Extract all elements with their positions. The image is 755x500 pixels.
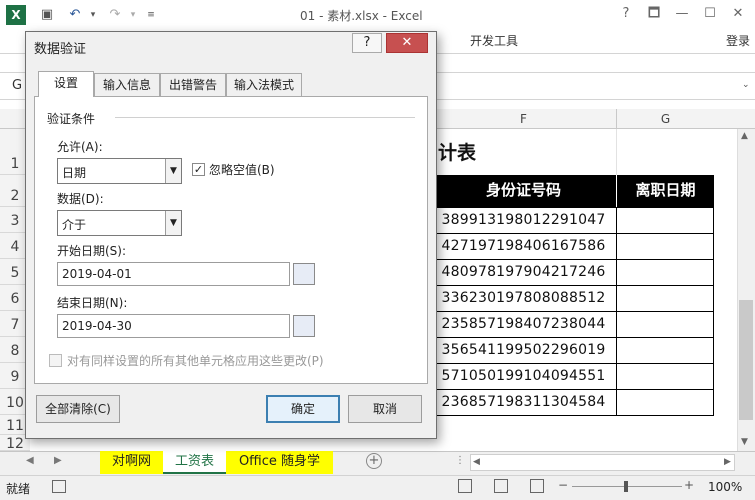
dialog-close-button[interactable]: ✕ bbox=[386, 33, 428, 53]
range-select-icon[interactable] bbox=[293, 263, 315, 285]
table-cell-id[interactable]: 356541199502296019 bbox=[430, 337, 617, 364]
table-cell-id[interactable]: 571050199104094551 bbox=[430, 363, 617, 390]
allow-select[interactable]: 日期 ▼ bbox=[57, 158, 182, 184]
header-cell-id[interactable]: 身份证号码 bbox=[430, 175, 617, 207]
table-cell-leave-date[interactable] bbox=[616, 311, 714, 338]
data-label: 数据(D): bbox=[57, 192, 104, 206]
scroll-down-icon[interactable]: ▼ bbox=[741, 437, 748, 447]
maximize-icon[interactable]: ☐ bbox=[696, 4, 724, 24]
table-cell-leave-date[interactable] bbox=[616, 285, 714, 312]
data-validation-dialog: 数据验证 ? ✕ 设置 输入信息 出错警告 输入法模式 验证条件 允许(A): … bbox=[25, 31, 437, 439]
tab-input-message[interactable]: 输入信息 bbox=[94, 73, 160, 97]
chevron-down-icon[interactable]: ▼ bbox=[165, 159, 181, 183]
zoom-in-icon[interactable]: + bbox=[684, 478, 694, 492]
tab-ime-mode[interactable]: 输入法模式 bbox=[226, 73, 302, 97]
next-sheet-icon[interactable]: ▶ bbox=[54, 455, 62, 466]
window-title: 01 - 素材.xlsx - Excel bbox=[300, 9, 423, 23]
login-link[interactable]: 登录 bbox=[726, 32, 750, 49]
end-date-label: 结束日期(N): bbox=[57, 296, 128, 310]
table-cell-id[interactable]: 336230197808088512 bbox=[430, 285, 617, 312]
undo-dropdown-icon[interactable]: ▾ bbox=[84, 6, 102, 24]
start-date-label: 开始日期(S): bbox=[57, 244, 127, 258]
table-cell-id[interactable]: 389913198012291047 bbox=[430, 207, 617, 234]
section-divider bbox=[115, 117, 415, 118]
sheet-tab-office[interactable]: Office 随身学 bbox=[226, 451, 333, 474]
zoom-level[interactable]: 100% bbox=[708, 480, 742, 494]
tab-split-icon[interactable]: ⋮ bbox=[455, 455, 465, 466]
dialog-title: 数据验证 bbox=[34, 42, 87, 57]
tab-developer[interactable]: 开发工具 bbox=[470, 32, 518, 49]
start-date-value: 2019-04-01 bbox=[62, 267, 132, 281]
column-header-f[interactable]: F bbox=[430, 109, 616, 129]
column-header-g[interactable]: G bbox=[616, 109, 714, 129]
help-icon[interactable]: ? bbox=[612, 4, 640, 24]
table-cell-leave-date[interactable] bbox=[616, 259, 714, 286]
table-cell-leave-date[interactable] bbox=[616, 389, 714, 416]
table-cell-leave-date[interactable] bbox=[616, 207, 714, 234]
table-cell-id[interactable]: 480978197904217246 bbox=[430, 259, 617, 286]
page-break-view-icon[interactable] bbox=[530, 479, 544, 493]
zoom-out-icon[interactable]: − bbox=[558, 478, 568, 492]
clear-all-button[interactable]: 全部清除(C) bbox=[36, 395, 120, 423]
scroll-left-icon[interactable]: ◀ bbox=[473, 457, 480, 467]
status-bar bbox=[0, 475, 755, 500]
minimize-icon[interactable]: — bbox=[668, 4, 696, 24]
tab-settings[interactable]: 设置 bbox=[38, 71, 94, 97]
end-date-input[interactable]: 2019-04-30 bbox=[57, 314, 290, 338]
section-title: 验证条件 bbox=[47, 112, 96, 126]
settings-panel: 验证条件 允许(A): 日期 ▼ ✓ 忽略空值(B) 数据(D): 介于 ▼ 开… bbox=[34, 96, 428, 384]
zoom-slider-handle[interactable] bbox=[624, 481, 628, 492]
name-box[interactable]: G bbox=[12, 78, 22, 93]
tab-error-alert[interactable]: 出错警告 bbox=[160, 73, 226, 97]
page-layout-view-icon[interactable] bbox=[494, 479, 508, 493]
apply-all-label[interactable]: 对有同样设置的所有其他单元格应用这些更改(P) bbox=[67, 352, 324, 369]
allow-select-value: 日期 bbox=[62, 166, 87, 180]
vertical-scroll-thumb[interactable] bbox=[739, 300, 753, 420]
status-ready: 就绪 bbox=[6, 482, 31, 496]
ribbon-display-icon[interactable]: 🗖 bbox=[640, 4, 668, 24]
start-date-input[interactable]: 2019-04-01 bbox=[57, 262, 290, 286]
end-date-value: 2019-04-30 bbox=[62, 319, 132, 333]
normal-view-icon[interactable] bbox=[458, 479, 472, 493]
sheet-tab-salary[interactable]: 工资表 bbox=[163, 451, 226, 474]
table-cell-leave-date[interactable] bbox=[616, 337, 714, 364]
scroll-right-icon[interactable]: ▶ bbox=[724, 457, 731, 467]
gridline bbox=[616, 129, 617, 175]
formula-expand-icon[interactable]: ⌄ bbox=[742, 80, 750, 90]
table-cell-id[interactable]: 236857198311304584 bbox=[430, 389, 617, 416]
close-icon[interactable]: ✕ bbox=[724, 4, 752, 24]
cancel-button[interactable]: 取消 bbox=[348, 395, 422, 423]
ignore-blank-checkbox[interactable]: ✓ bbox=[192, 163, 205, 176]
redo-icon[interactable]: ↷ bbox=[106, 6, 124, 24]
undo-icon[interactable]: ↶ bbox=[66, 6, 84, 24]
table-cell-id[interactable]: 235857198407238044 bbox=[430, 311, 617, 338]
dialog-help-button[interactable]: ? bbox=[352, 33, 382, 53]
table-cell-leave-date[interactable] bbox=[616, 233, 714, 260]
table-cell-id[interactable]: 427197198406167586 bbox=[430, 233, 617, 260]
customize-toolbar-icon[interactable]: ≡ bbox=[142, 6, 160, 24]
redo-dropdown-icon[interactable]: ▾ bbox=[124, 6, 142, 24]
scroll-up-icon[interactable]: ▲ bbox=[741, 131, 748, 141]
sheet-title-cell[interactable]: 计表 bbox=[438, 138, 476, 165]
apply-all-checkbox[interactable] bbox=[49, 354, 62, 367]
ok-button[interactable]: 确定 bbox=[266, 395, 340, 423]
range-select-icon[interactable] bbox=[293, 315, 315, 337]
ignore-blank-label[interactable]: 忽略空值(B) bbox=[209, 161, 275, 178]
sheet-tab-duiawang[interactable]: 对啊网 bbox=[100, 451, 163, 474]
horizontal-scrollbar[interactable] bbox=[470, 454, 735, 471]
save-icon[interactable]: ▣ bbox=[38, 6, 56, 24]
excel-logo-icon: X bbox=[6, 5, 26, 25]
allow-label: 允许(A): bbox=[57, 140, 103, 154]
data-select[interactable]: 介于 ▼ bbox=[57, 210, 182, 236]
prev-sheet-icon[interactable]: ◀ bbox=[26, 455, 34, 466]
header-cell-leave-date[interactable]: 离职日期 bbox=[616, 175, 714, 207]
data-select-value: 介于 bbox=[62, 218, 87, 232]
macro-record-icon[interactable] bbox=[52, 480, 66, 493]
table-cell-leave-date[interactable] bbox=[616, 363, 714, 390]
add-sheet-icon[interactable]: + bbox=[366, 453, 382, 469]
chevron-down-icon[interactable]: ▼ bbox=[165, 211, 181, 235]
